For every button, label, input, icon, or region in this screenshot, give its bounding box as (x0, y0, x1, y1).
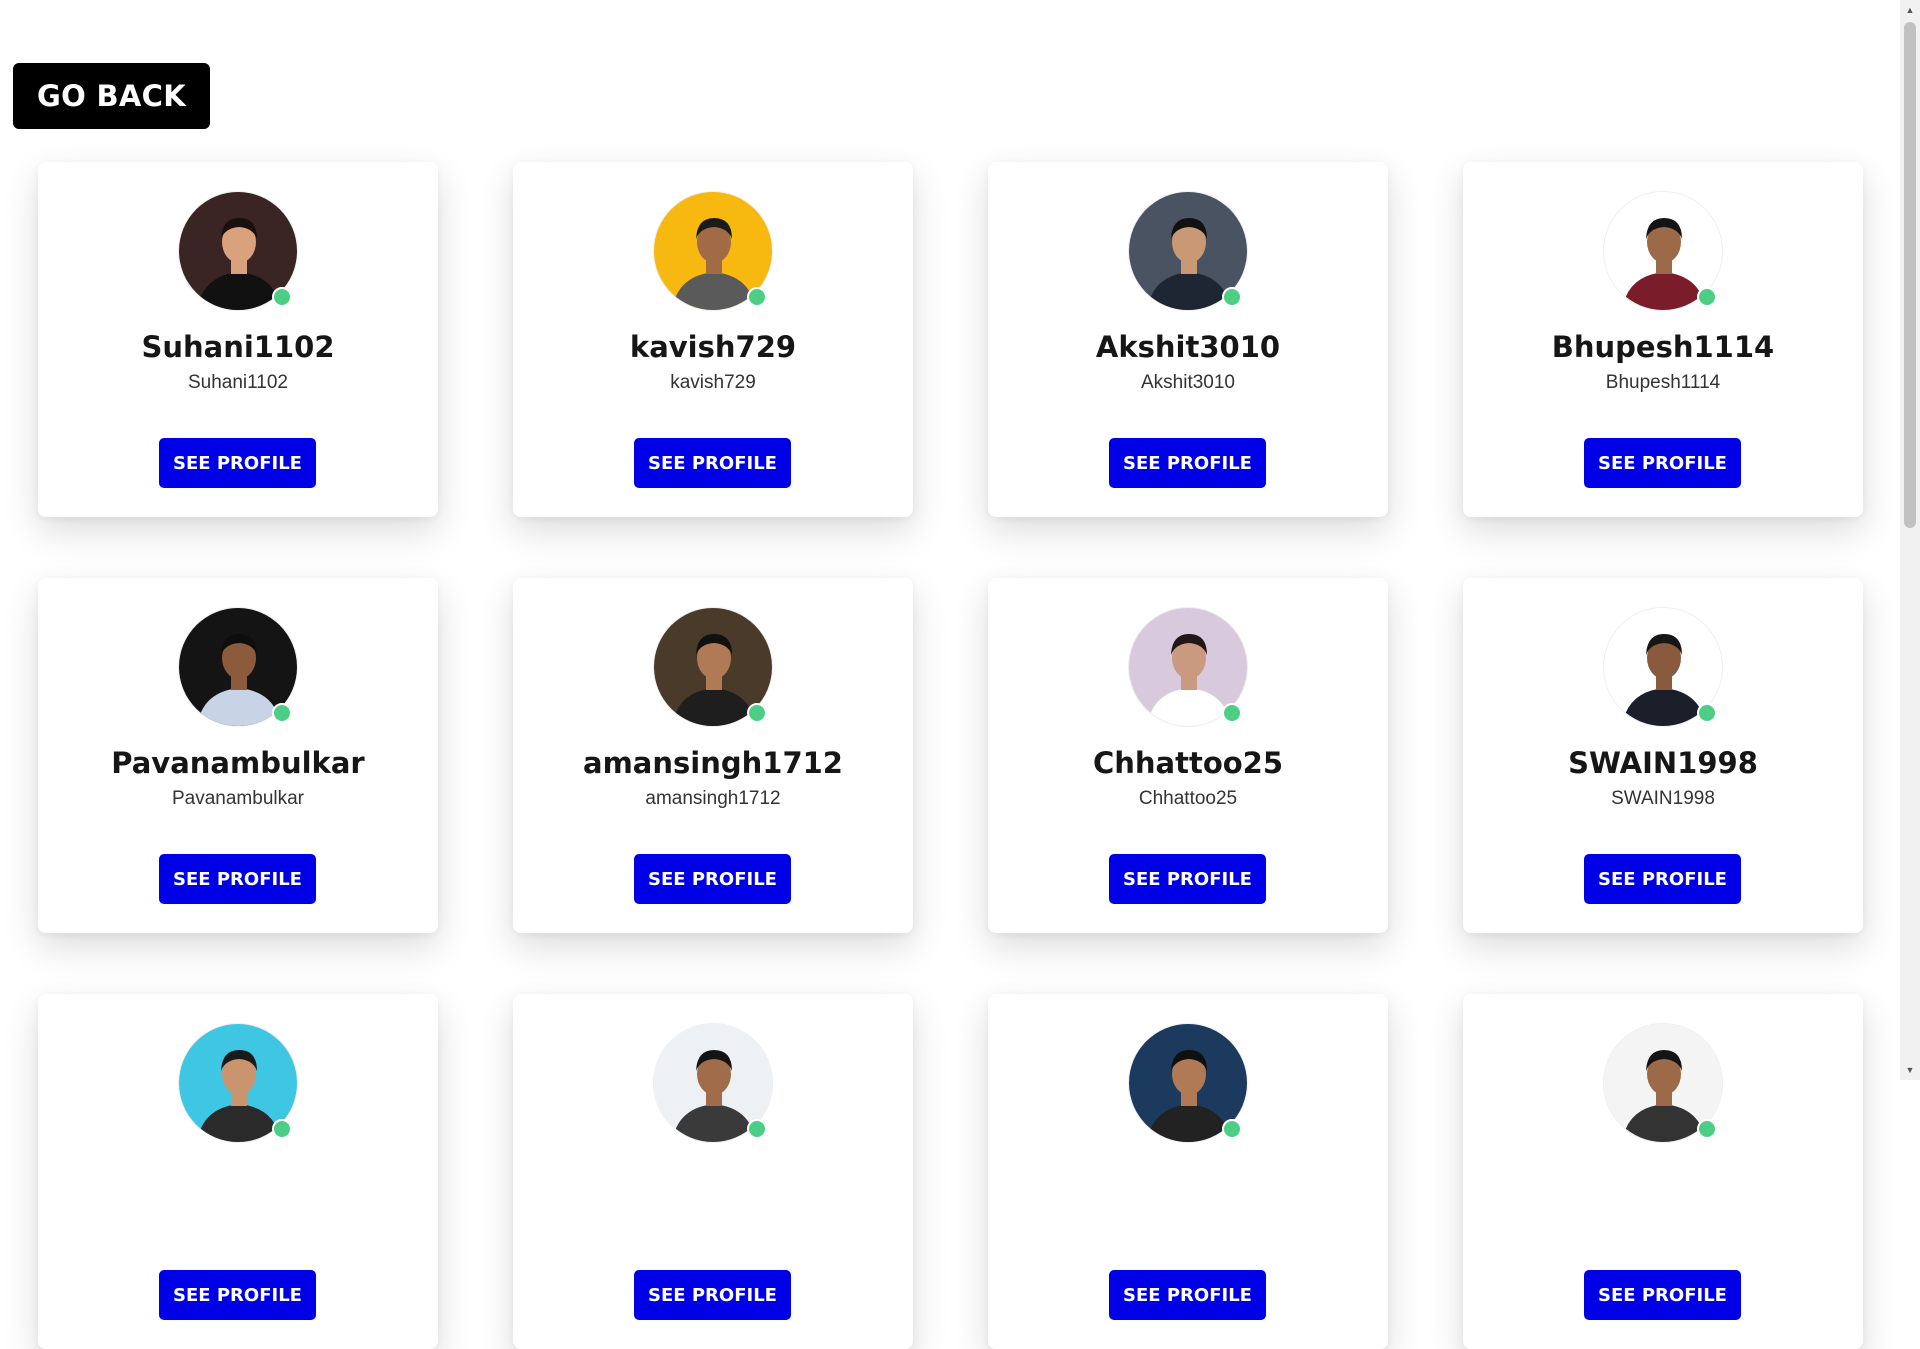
online-status-dot (1222, 703, 1242, 723)
see-profile-button[interactable]: SEE PROFILE (634, 438, 791, 488)
user-card: Pavanambulkar Pavanambulkar SEE PROFILE (38, 578, 438, 933)
see-profile-button[interactable]: SEE PROFILE (1584, 438, 1741, 488)
user-handle: Akshit3010 (1140, 372, 1235, 393)
online-status-dot (1697, 287, 1717, 307)
user-name: Akshit3010 (1095, 330, 1281, 364)
online-status-dot (272, 287, 292, 307)
user-name: SWAIN1998 (1568, 746, 1758, 780)
user-card: SEE PROFILE (38, 994, 438, 1349)
see-profile-button[interactable]: SEE PROFILE (159, 438, 316, 488)
user-card: SEE PROFILE (513, 994, 913, 1349)
scroll-up-arrow-icon[interactable]: ▲ (1900, 2, 1920, 18)
user-card: SEE PROFILE (988, 994, 1388, 1349)
online-status-dot (272, 703, 292, 723)
online-status-dot (272, 1119, 292, 1139)
online-status-dot (747, 287, 767, 307)
see-profile-button[interactable]: SEE PROFILE (1109, 854, 1266, 904)
user-name: Bhupesh1114 (1551, 330, 1775, 364)
online-status-dot (1697, 703, 1717, 723)
user-card: amansingh1712 amansingh1712 SEE PROFILE (513, 578, 913, 933)
user-card: Chhattoo25 Chhattoo25 SEE PROFILE (988, 578, 1388, 933)
scrollbar[interactable]: ▲ ▼ (1900, 0, 1920, 1080)
user-handle: Pavanambulkar (171, 788, 305, 809)
see-profile-button[interactable]: SEE PROFILE (634, 854, 791, 904)
avatar-wrapper (178, 1023, 298, 1143)
avatar-wrapper (1603, 191, 1723, 311)
user-card: kavish729 kavish729 SEE PROFILE (513, 162, 913, 517)
online-status-dot (747, 1119, 767, 1139)
user-name: Suhani1102 (141, 330, 335, 364)
user-handle: SWAIN1998 (1611, 788, 1715, 809)
see-profile-button[interactable]: SEE PROFILE (159, 854, 316, 904)
avatar-wrapper (1603, 607, 1723, 727)
user-handle: Suhani1102 (187, 372, 289, 393)
scrollbar-thumb[interactable] (1904, 22, 1916, 528)
avatar-wrapper (653, 607, 773, 727)
online-status-dot (1222, 1119, 1242, 1139)
avatar-wrapper (653, 191, 773, 311)
avatar-wrapper (1128, 191, 1248, 311)
online-status-dot (747, 703, 767, 723)
go-back-button[interactable]: GO BACK (13, 63, 210, 129)
user-card: SEE PROFILE (1463, 994, 1863, 1349)
see-profile-button[interactable]: SEE PROFILE (1109, 1270, 1266, 1320)
user-card: Suhani1102 Suhani1102 SEE PROFILE (38, 162, 438, 517)
see-profile-button[interactable]: SEE PROFILE (1584, 1270, 1741, 1320)
see-profile-button[interactable]: SEE PROFILE (634, 1270, 791, 1320)
user-card: Bhupesh1114 Bhupesh1114 SEE PROFILE (1463, 162, 1863, 517)
avatar-wrapper (1128, 607, 1248, 727)
scroll-down-arrow-icon[interactable]: ▼ (1900, 1062, 1920, 1078)
see-profile-button[interactable]: SEE PROFILE (1109, 438, 1266, 488)
online-status-dot (1222, 287, 1242, 307)
avatar-wrapper (178, 191, 298, 311)
avatar-wrapper (178, 607, 298, 727)
see-profile-button[interactable]: SEE PROFILE (1584, 854, 1741, 904)
user-name: Chhattoo25 (1092, 746, 1284, 780)
user-name: Pavanambulkar (111, 746, 365, 780)
user-handle: kavish729 (670, 372, 756, 393)
user-name: amansingh1712 (583, 746, 843, 780)
avatar-wrapper (1128, 1023, 1248, 1143)
online-status-dot (1697, 1119, 1717, 1139)
user-card: Akshit3010 Akshit3010 SEE PROFILE (988, 162, 1388, 517)
avatar-wrapper (1603, 1023, 1723, 1143)
see-profile-button[interactable]: SEE PROFILE (159, 1270, 316, 1320)
user-handle: Chhattoo25 (1138, 788, 1238, 809)
user-card: SWAIN1998 SWAIN1998 SEE PROFILE (1463, 578, 1863, 933)
avatar-wrapper (653, 1023, 773, 1143)
user-handle: amansingh1712 (645, 788, 781, 809)
user-name: kavish729 (629, 330, 797, 364)
user-handle: Bhupesh1114 (1605, 372, 1721, 393)
